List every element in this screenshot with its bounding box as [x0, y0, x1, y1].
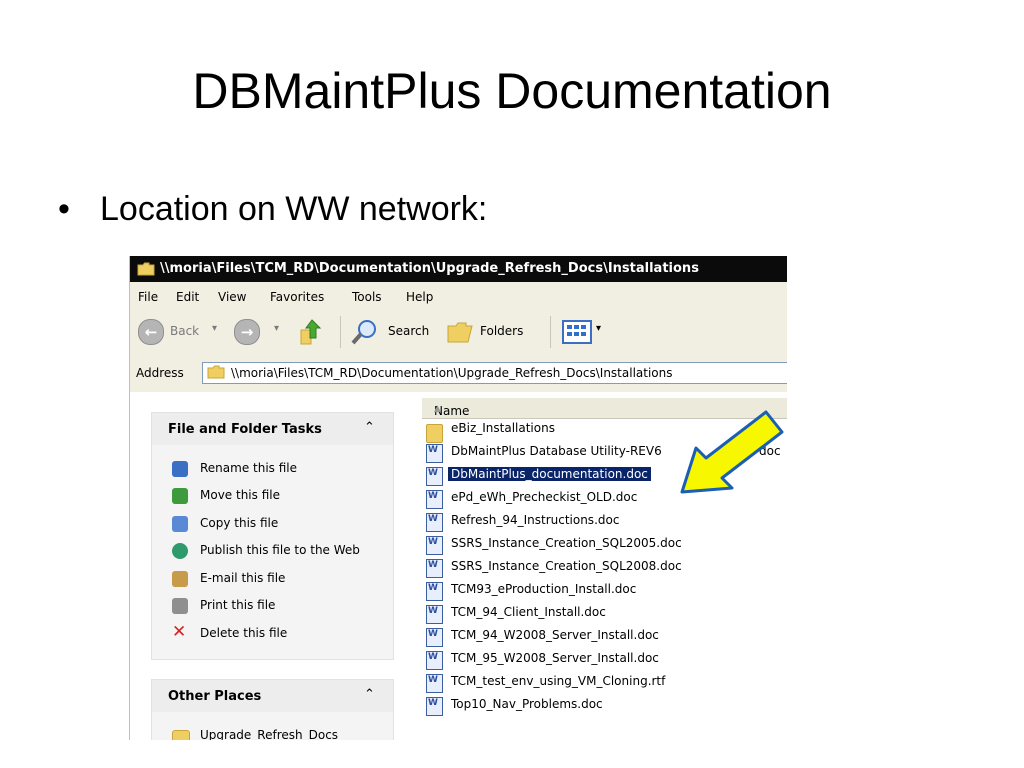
window-title: \\moria\Files\TCM_RD\Documentation\Upgra…	[160, 261, 699, 276]
panel-header[interactable]: Other Places ⌃	[152, 680, 393, 712]
forward-arrow-icon[interactable]: →	[234, 319, 260, 345]
bullet-text: Location on WW network:	[100, 190, 488, 228]
back-dropdown-icon[interactable]: ▾	[212, 323, 217, 334]
word-doc-icon	[426, 697, 443, 716]
address-value: \\moria\Files\TCM_RD\Documentation\Upgra…	[231, 366, 673, 380]
menu-favorites[interactable]: Favorites	[270, 290, 324, 304]
word-doc-icon	[426, 605, 443, 624]
task-label: Delete this file	[200, 626, 288, 640]
task-pane: File and Folder Tasks ⌃ Rename this file…	[130, 392, 422, 740]
search-icon[interactable]	[350, 318, 380, 349]
folder-icon	[426, 424, 443, 443]
folder-icon	[207, 365, 225, 379]
back-arrow-icon[interactable]: ←	[138, 319, 164, 345]
file-name: Refresh_94_Instructions.doc	[451, 513, 620, 527]
file-name: TCM93_eProduction_Install.doc	[451, 582, 637, 596]
toolbar-separator	[340, 316, 341, 348]
file-name: SSRS_Instance_Creation_SQL2008.doc	[451, 559, 682, 573]
back-button-label[interactable]: Back	[170, 324, 199, 338]
file-row[interactable]: TCM_94_W2008_Server_Install.doc	[426, 627, 786, 647]
panel-header[interactable]: File and Folder Tasks ⌃	[152, 413, 393, 445]
file-row[interactable]: Top10_Nav_Problems.doc	[426, 696, 786, 716]
file-row[interactable]: TCM_test_env_using_VM_Cloning.rtf	[426, 673, 786, 693]
panel-title: File and Folder Tasks	[168, 422, 322, 437]
word-doc-icon	[426, 536, 443, 555]
file-name: SSRS_Instance_Creation_SQL2005.doc	[451, 536, 682, 550]
file-name: Top10_Nav_Problems.doc	[451, 697, 603, 711]
task-label: Print this file	[200, 598, 276, 612]
file-name: eBiz_Installations	[451, 421, 555, 435]
move-icon	[172, 488, 188, 504]
search-button-label[interactable]: Search	[388, 324, 429, 338]
collapse-chevron-icon[interactable]: ⌃	[364, 687, 375, 702]
menu-help[interactable]: Help	[406, 290, 433, 304]
file-name: ePd_eWh_Precheckist_OLD.doc	[451, 490, 638, 504]
file-row[interactable]: TCM93_eProduction_Install.doc	[426, 581, 786, 601]
file-row[interactable]: TCM_94_Client_Install.doc	[426, 604, 786, 624]
views-dropdown-icon[interactable]: ▾	[596, 323, 601, 334]
menu-view[interactable]: View	[218, 290, 246, 304]
explorer-window: \\moria\Files\TCM_RD\Documentation\Upgra…	[129, 256, 787, 740]
file-name: TCM_95_W2008_Server_Install.doc	[451, 651, 659, 665]
copy-icon	[172, 516, 188, 532]
task-label: Move this file	[200, 488, 280, 502]
up-folder-icon[interactable]	[298, 318, 324, 349]
address-bar: Address \\moria\Files\TCM_RD\Documentati…	[130, 352, 787, 392]
menu-edit[interactable]: Edit	[176, 290, 199, 304]
word-doc-icon	[426, 513, 443, 532]
email-icon	[172, 571, 188, 587]
file-name: DbMaintPlus Database Utility-REV6	[451, 444, 662, 458]
task-label: Publish this file to the Web	[200, 543, 360, 557]
other-places-panel: Other Places ⌃ Upgrade_Refresh_Docs	[151, 679, 394, 740]
word-doc-icon	[426, 628, 443, 647]
word-doc-icon	[426, 582, 443, 601]
address-input[interactable]: \\moria\Files\TCM_RD\Documentation\Upgra…	[202, 362, 787, 384]
menu-bar: File Edit View Favorites Tools Help	[130, 282, 787, 313]
word-doc-icon	[426, 674, 443, 693]
word-doc-icon	[426, 651, 443, 670]
globe-icon	[172, 543, 188, 559]
file-name: DbMaintPlus_documentation.doc	[448, 467, 651, 481]
menu-tools[interactable]: Tools	[352, 290, 382, 304]
printer-icon	[172, 598, 188, 614]
word-doc-icon	[426, 444, 443, 463]
task-label: E-mail this file	[200, 571, 286, 585]
rename-icon	[172, 461, 188, 477]
folder-icon	[172, 730, 190, 740]
file-name: TCM_94_Client_Install.doc	[451, 605, 606, 619]
file-row[interactable]: Refresh_94_Instructions.doc	[426, 512, 786, 532]
task-label: Rename this file	[200, 461, 298, 475]
bullet-glyph: •	[58, 190, 70, 228]
place-label: Upgrade_Refresh_Docs	[200, 728, 339, 740]
forward-dropdown-icon[interactable]: ▾	[274, 323, 279, 334]
folders-button-label[interactable]: Folders	[480, 324, 523, 338]
file-name: TCM_94_W2008_Server_Install.doc	[451, 628, 659, 642]
word-doc-icon	[426, 559, 443, 578]
file-row[interactable]: SSRS_Instance_Creation_SQL2008.doc	[426, 558, 786, 578]
delete-icon: ✕	[172, 622, 187, 642]
panel-title: Other Places	[168, 689, 262, 704]
file-name: TCM_test_env_using_VM_Cloning.rtf	[451, 674, 666, 688]
file-folder-tasks-panel: File and Folder Tasks ⌃ Rename this file…	[151, 412, 394, 660]
file-row[interactable]: SSRS_Instance_Creation_SQL2005.doc	[426, 535, 786, 555]
toolbar-separator	[550, 316, 551, 348]
word-doc-icon	[426, 467, 443, 486]
bullet-item: • Location on WW network:	[58, 190, 487, 229]
toolbar: ← Back ▾ → ▾ Search Folders ▾	[130, 312, 787, 353]
sort-ascending-icon: ▲	[434, 404, 441, 414]
file-row[interactable]: TCM_95_W2008_Server_Install.doc	[426, 650, 786, 670]
window-titlebar[interactable]: \\moria\Files\TCM_RD\Documentation\Upgra…	[130, 256, 787, 282]
slide-title: DBMaintPlus Documentation	[192, 63, 832, 119]
folders-icon[interactable]	[446, 320, 474, 347]
menu-file[interactable]: File	[138, 290, 158, 304]
folder-icon	[137, 262, 155, 276]
word-doc-icon	[426, 490, 443, 509]
task-label: Copy this file	[200, 516, 279, 530]
yellow-arrow-icon	[680, 410, 784, 494]
address-label: Address	[136, 366, 184, 380]
views-icon[interactable]	[562, 320, 592, 347]
collapse-chevron-icon[interactable]: ⌃	[364, 420, 375, 435]
